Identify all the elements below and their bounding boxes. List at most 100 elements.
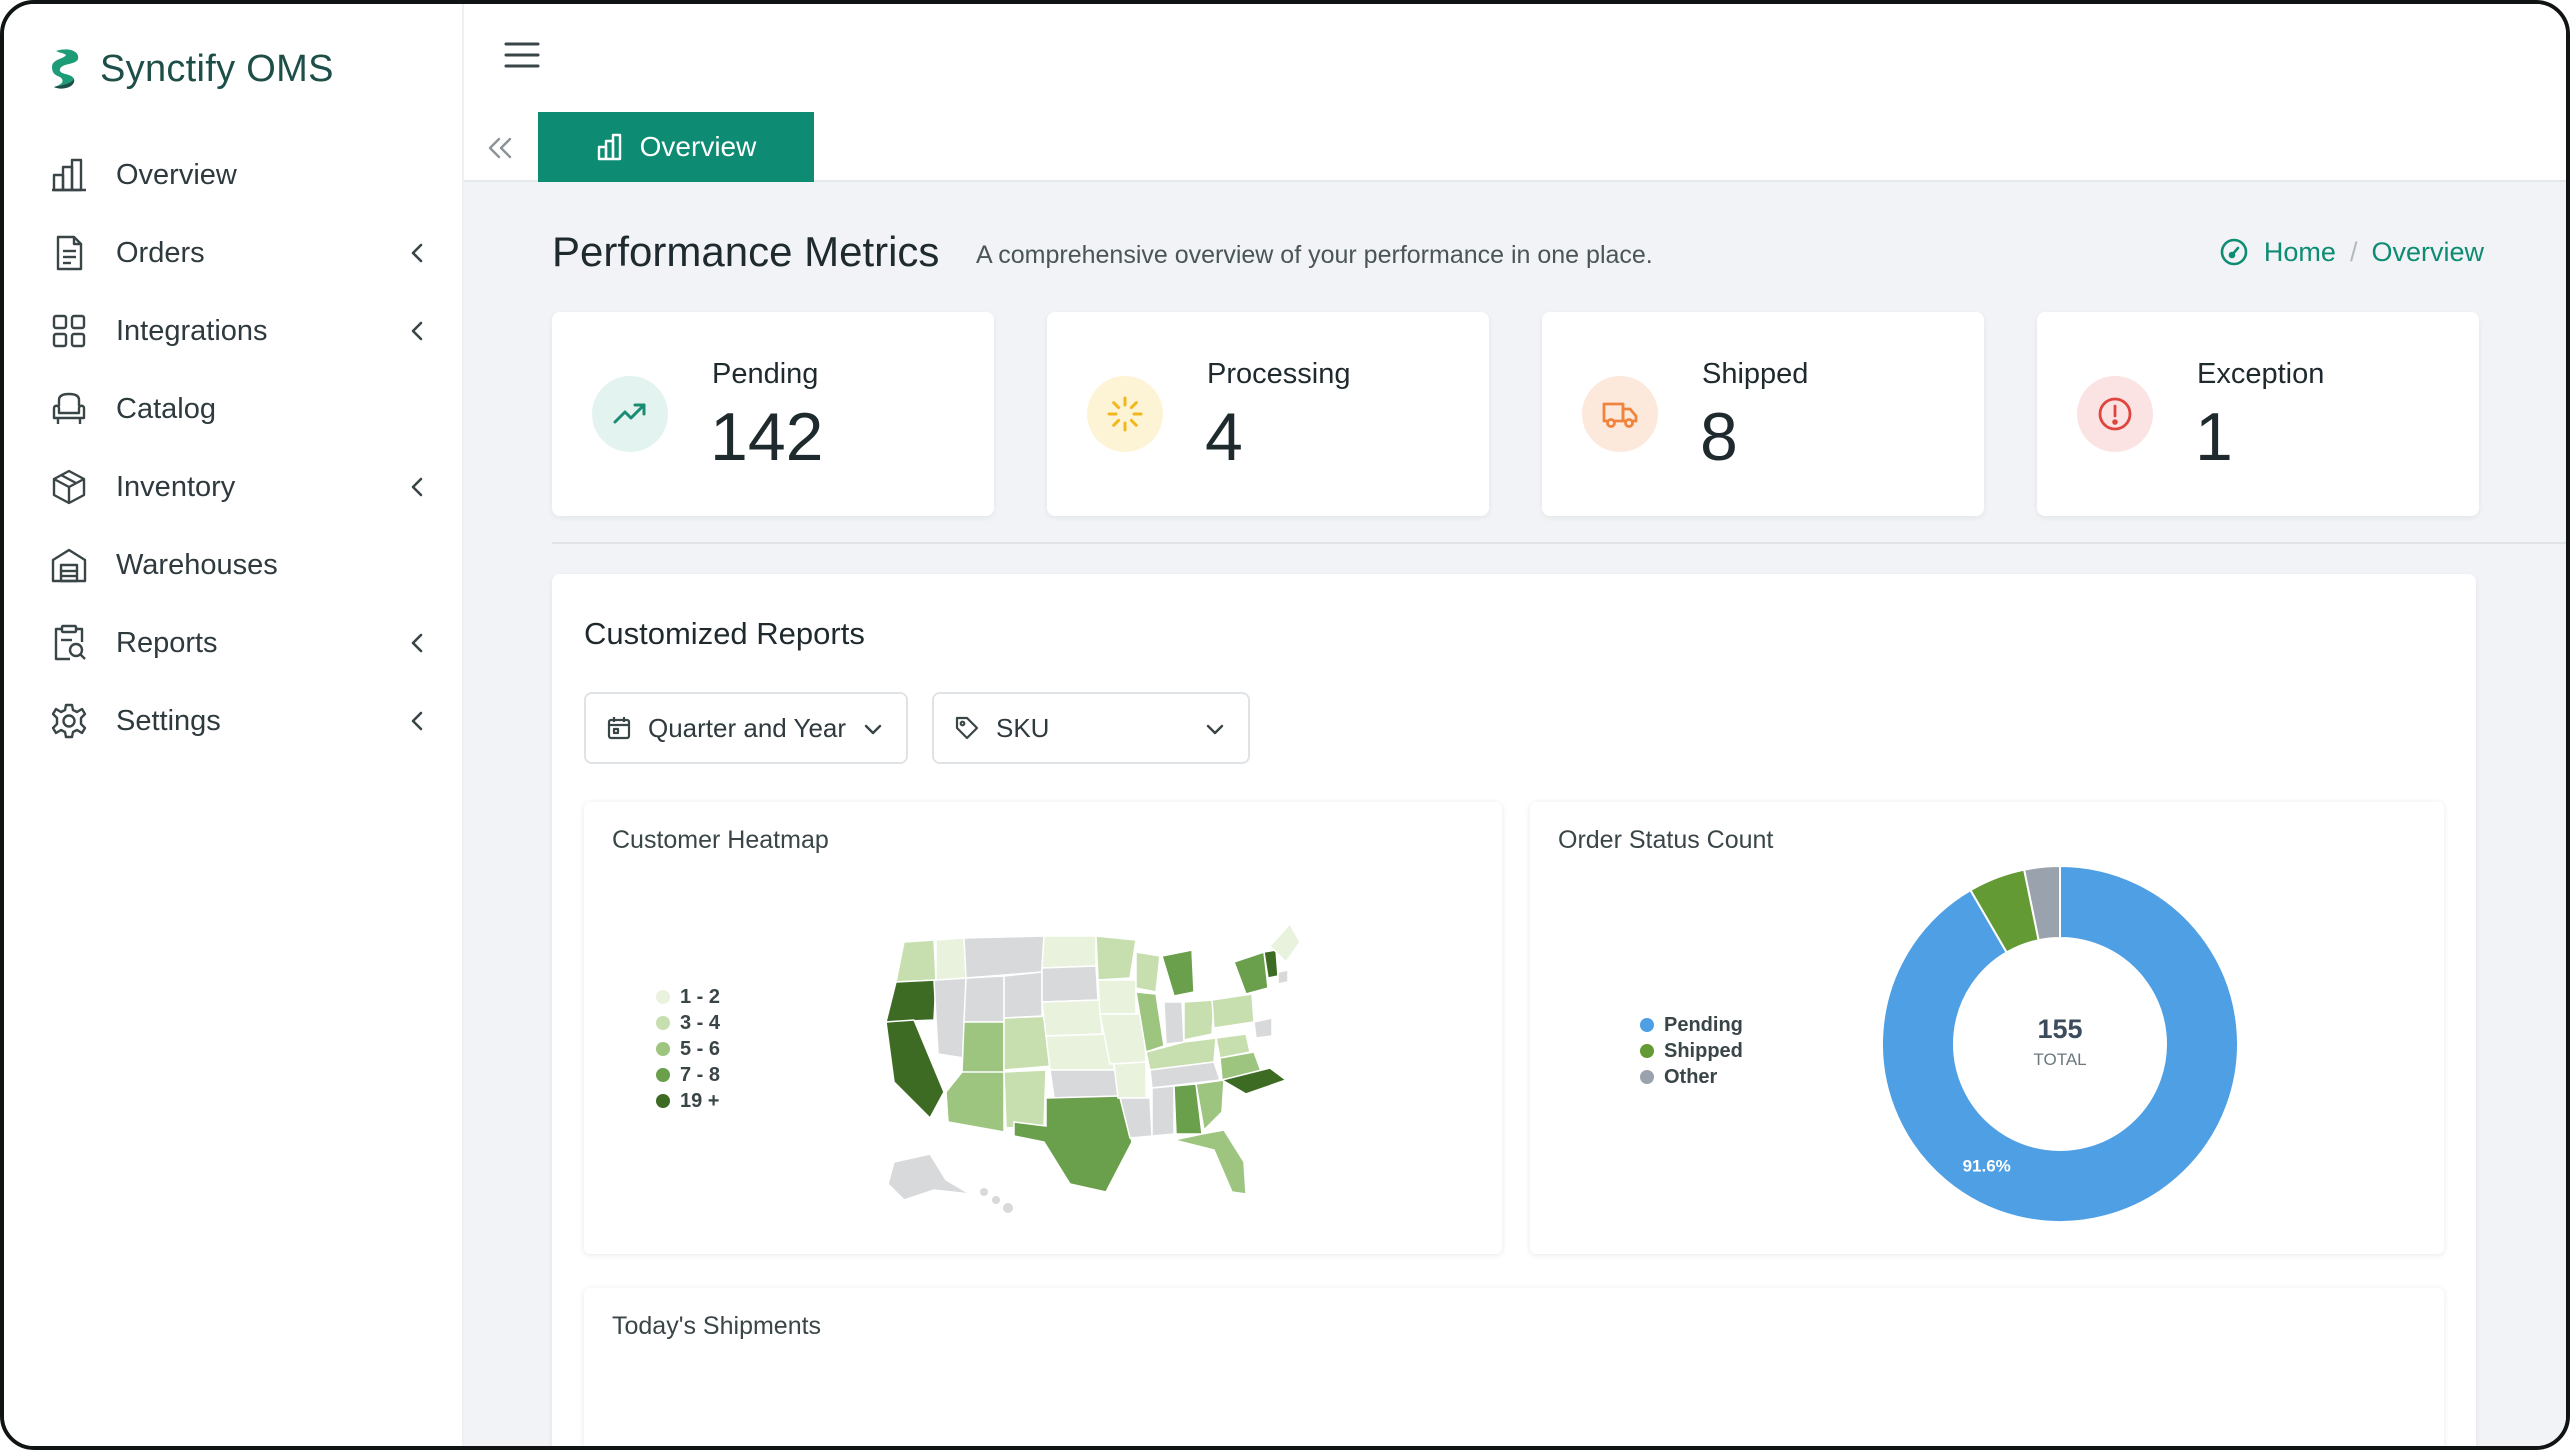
sidebar-item-integrations[interactable]: Integrations bbox=[4, 292, 464, 370]
brand-name: Synctify OMS bbox=[100, 47, 334, 90]
sidebar-item-label: Integrations bbox=[116, 314, 268, 347]
map-state bbox=[963, 975, 1005, 1023]
map-state bbox=[1095, 935, 1137, 981]
stat-label: Processing bbox=[1207, 358, 1351, 390]
brand[interactable]: Synctify OMS bbox=[50, 44, 334, 94]
bar-chart-icon bbox=[597, 133, 621, 161]
stat-card-processing[interactable]: Processing 4 bbox=[1047, 312, 1489, 516]
truck-icon bbox=[1602, 402, 1638, 428]
stat-card-shipped[interactable]: Shipped 8 bbox=[1542, 312, 1984, 516]
main-content: Overview Performance Metrics A comprehen… bbox=[464, 4, 2566, 1446]
legend-swatch bbox=[1640, 1044, 1654, 1058]
map-state bbox=[1277, 969, 1289, 985]
map-state bbox=[1151, 1085, 1175, 1137]
map-state bbox=[945, 1071, 1005, 1133]
sidebar-item-label: Orders bbox=[116, 236, 205, 269]
dropdown-value: Quarter and Year bbox=[648, 712, 847, 743]
map-state bbox=[1041, 965, 1099, 1003]
collapse-tabs-icon[interactable] bbox=[484, 132, 516, 164]
legend-label: 5 - 6 bbox=[680, 1037, 721, 1060]
stat-icon-badge bbox=[2077, 376, 2153, 452]
legend-label: Other bbox=[1664, 1065, 1718, 1088]
breadcrumb-current[interactable]: Overview bbox=[2371, 237, 2484, 268]
order-status-panel: Order Status Count Pending Shipped Other… bbox=[1530, 802, 2444, 1254]
map-state bbox=[1041, 999, 1103, 1037]
legend-label: Shipped bbox=[1664, 1039, 1743, 1062]
donut-slice-label: 91.6% bbox=[1963, 1157, 2011, 1176]
map-state bbox=[887, 1153, 971, 1201]
stat-value: 8 bbox=[1700, 399, 1738, 475]
chevron-down-icon bbox=[864, 724, 882, 735]
sidebar-nav: Overview Orders Integrations Catalog Inv… bbox=[4, 136, 464, 760]
tab-label: Overview bbox=[639, 131, 757, 162]
stat-value: 4 bbox=[1205, 399, 1243, 475]
legend-swatch bbox=[656, 1016, 670, 1030]
map-state bbox=[1173, 1129, 1247, 1195]
gear-icon bbox=[51, 703, 87, 739]
quarter-year-dropdown[interactable]: Quarter and Year bbox=[584, 692, 908, 764]
map-state bbox=[1049, 1069, 1121, 1099]
stat-icon-badge bbox=[1087, 376, 1163, 452]
legend-swatch bbox=[656, 990, 670, 1004]
stat-card-exception[interactable]: Exception 1 bbox=[2037, 312, 2479, 516]
stat-value: 1 bbox=[2195, 399, 2233, 475]
us-choropleth-map[interactable] bbox=[874, 922, 1334, 1222]
customer-heatmap-panel: Customer Heatmap 1 - 2 3 - 4 5 - 6 7 - 8… bbox=[584, 802, 1502, 1254]
tag-icon bbox=[955, 716, 979, 740]
panel-title: Customer Heatmap bbox=[612, 826, 829, 854]
legend-item: 19 + bbox=[656, 1088, 720, 1114]
stat-icon-badge bbox=[1582, 376, 1658, 452]
map-state bbox=[1211, 993, 1255, 1029]
breadcrumb-home-link[interactable]: Home bbox=[2264, 237, 2336, 268]
map-state bbox=[1161, 949, 1195, 997]
sidebar-item-inventory[interactable]: Inventory bbox=[4, 448, 464, 526]
legend-swatch bbox=[656, 1068, 670, 1082]
map-state bbox=[895, 939, 937, 983]
hamburger-menu-icon[interactable] bbox=[504, 40, 540, 70]
map-state bbox=[1233, 950, 1269, 995]
legend-item: 5 - 6 bbox=[656, 1036, 720, 1062]
breadcrumb-separator: / bbox=[2349, 236, 2358, 267]
chevron-left-icon bbox=[411, 477, 423, 497]
sidebar-item-label: Overview bbox=[116, 158, 237, 191]
dropdown-value: SKU bbox=[996, 712, 1050, 743]
sidebar-item-label: Reports bbox=[116, 626, 218, 659]
calendar-icon bbox=[607, 717, 631, 740]
report-search-icon bbox=[54, 624, 86, 661]
tab-overview[interactable]: Overview bbox=[538, 112, 814, 182]
document-icon bbox=[56, 235, 83, 271]
legend-item: 3 - 4 bbox=[656, 1010, 720, 1036]
page-title: Performance Metrics bbox=[552, 228, 940, 275]
map-state bbox=[1183, 999, 1215, 1041]
chevron-left-icon bbox=[411, 711, 423, 731]
sidebar-item-catalog[interactable]: Catalog bbox=[4, 370, 464, 448]
map-state bbox=[933, 977, 967, 1059]
stat-label: Shipped bbox=[1702, 358, 1809, 390]
sidebar-item-overview[interactable]: Overview bbox=[4, 136, 464, 214]
legend-item: Shipped bbox=[1640, 1038, 1743, 1064]
sku-dropdown[interactable]: SKU bbox=[932, 692, 1250, 764]
stat-card-pending[interactable]: Pending 142 bbox=[552, 312, 994, 516]
map-state bbox=[935, 937, 967, 981]
sidebar-item-settings[interactable]: Settings bbox=[4, 682, 464, 760]
sidebar: Synctify OMS Overview Orders Integration… bbox=[4, 4, 464, 1446]
heatmap-legend: 1 - 2 3 - 4 5 - 6 7 - 8 19 + bbox=[656, 984, 720, 1114]
stat-label: Exception bbox=[2197, 358, 2325, 390]
chevron-left-icon bbox=[411, 633, 423, 653]
panel-title: Today's Shipments bbox=[612, 1312, 822, 1340]
legend-label: Pending bbox=[1664, 1013, 1743, 1036]
sidebar-item-orders[interactable]: Orders bbox=[4, 214, 464, 292]
sidebar-item-reports[interactable]: Reports bbox=[4, 604, 464, 682]
legend-swatch bbox=[656, 1094, 670, 1108]
sidebar-item-warehouses[interactable]: Warehouses bbox=[4, 526, 464, 604]
todays-shipments-panel: Today's Shipments bbox=[584, 1288, 2444, 1446]
donut-total-label: TOTAL bbox=[2033, 1050, 2087, 1069]
reports-title: Customized Reports bbox=[584, 616, 865, 651]
sidebar-item-label: Settings bbox=[116, 704, 221, 737]
stat-label: Pending bbox=[712, 358, 819, 390]
donut-chart: 91.6% 155 TOTAL bbox=[1880, 864, 2240, 1224]
map-state bbox=[963, 935, 1045, 979]
map-state bbox=[1041, 935, 1097, 969]
warehouse-icon bbox=[51, 548, 87, 583]
page-subtitle: A comprehensive overview of your perform… bbox=[976, 241, 1653, 269]
